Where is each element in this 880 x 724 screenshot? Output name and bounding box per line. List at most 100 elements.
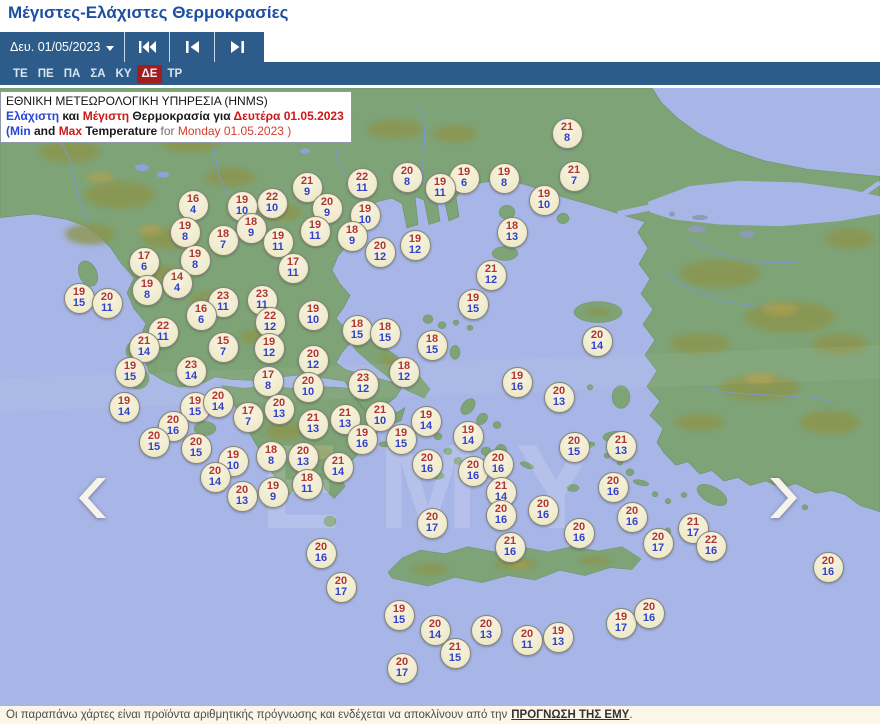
carousel-prev-button[interactable] <box>78 478 106 523</box>
min-temp: 15 <box>148 442 160 453</box>
temp-bubble: 2017 <box>326 572 357 603</box>
next-day-button[interactable] <box>214 32 259 62</box>
min-temp: 6 <box>461 178 467 189</box>
min-temp: 13 <box>553 397 565 408</box>
date-dropdown[interactable]: Δευ. 01/05/2023 <box>0 32 124 62</box>
temp-bubble: 177 <box>233 402 264 433</box>
temp-bubble: 1815 <box>342 315 373 346</box>
min-temp: 8 <box>404 177 410 188</box>
day-tab-ΤΕ[interactable]: ΤΕ <box>8 65 33 83</box>
min-temp: 7 <box>245 417 251 428</box>
temp-bubble: 2013 <box>264 394 295 425</box>
temp-bubble: 2016 <box>528 495 559 526</box>
min-temp: 11 <box>309 231 321 242</box>
min-temp: 12 <box>307 360 319 371</box>
carousel-next-button[interactable] <box>770 478 798 523</box>
previous-icon <box>186 41 199 53</box>
footer-disclaimer: Οι παραπάνω χάρτες είναι προϊόντα αριθμη… <box>0 706 880 724</box>
legend-max-el: Μέγιστη <box>83 109 129 123</box>
temp-bubble: 157 <box>208 332 239 363</box>
min-temp: 11 <box>356 183 368 194</box>
min-temp: 8 <box>564 133 570 144</box>
temp-bubble: 2017 <box>417 508 448 539</box>
min-temp: 16 <box>467 471 479 482</box>
min-temp: 15 <box>189 407 201 418</box>
temp-bubble: 2314 <box>176 356 207 387</box>
temp-bubble: 2014 <box>200 462 231 493</box>
emy-forecast-link[interactable]: ΠΡΟΓΝΩΣΗ ΤΗΣ ΕΜΥ <box>511 709 629 721</box>
day-tab-ΚΥ[interactable]: ΚΥ <box>111 65 137 83</box>
day-tab-ΠΑ[interactable]: ΠΑ <box>59 65 86 83</box>
min-temp: 7 <box>220 240 226 251</box>
temp-bubble: 1915 <box>115 357 146 388</box>
temp-bubble: 2210 <box>257 188 288 219</box>
min-temp: 13 <box>339 419 351 430</box>
min-temp: 15 <box>426 345 438 356</box>
min-temp: 15 <box>379 333 391 344</box>
temp-bubble: 189 <box>337 221 368 252</box>
temp-bubble: 144 <box>162 268 193 299</box>
min-temp: 13 <box>307 424 319 435</box>
day-tabs: ΤΕΠΕΠΑΣΑΚΥΔΕΤΡ <box>0 62 880 85</box>
min-temp: 8 <box>192 260 198 271</box>
min-temp: 11 <box>434 188 446 199</box>
temp-bubble: 2016 <box>486 500 517 531</box>
temp-bubble: 166 <box>186 300 217 331</box>
temp-bubble: 1915 <box>64 283 95 314</box>
legend-date-el: Δευτέρα 01.05.2023 <box>234 109 344 123</box>
min-temp: 13 <box>297 457 309 468</box>
min-temp: 14 <box>185 371 197 382</box>
min-temp: 16 <box>492 464 504 475</box>
previous-day-button[interactable] <box>169 32 214 62</box>
temp-bubble: 2017 <box>643 528 674 559</box>
temp-bubble: 2012 <box>365 237 396 268</box>
min-temp: 4 <box>174 283 180 294</box>
temp-bubble: 198 <box>489 163 520 194</box>
temp-bubble: 2014 <box>203 387 234 418</box>
temp-bubble: 198 <box>170 217 201 248</box>
legend-max-en: Max <box>59 124 82 138</box>
temp-bubble: 198 <box>132 275 163 306</box>
min-temp: 17 <box>396 668 408 679</box>
day-tab-ΤΡ[interactable]: ΤΡ <box>162 65 187 83</box>
first-day-button[interactable] <box>124 32 169 62</box>
min-temp: 15 <box>73 298 85 309</box>
min-temp: 10 <box>302 387 314 398</box>
temp-bubble: 1913 <box>543 622 574 653</box>
min-temp: 15 <box>568 447 580 458</box>
min-temp: 11 <box>272 242 284 253</box>
legend-date-en: Monday 01.05.2023 ) <box>178 124 291 138</box>
temp-bubble: 2016 <box>412 449 443 480</box>
temp-bubble: 2015 <box>559 432 590 463</box>
temp-bubble: 2016 <box>598 472 629 503</box>
map-legend: ΕΘΝΙΚΗ ΜΕΤΕΩΡΟΛΟΓΙΚΗ ΥΠΗΡΕΣΙΑ (HNMS) Ελά… <box>0 91 352 143</box>
min-temp: 15 <box>449 653 461 664</box>
temp-bubble: 2115 <box>440 638 471 669</box>
temp-bubble: 1711 <box>278 253 309 284</box>
min-temp: 15 <box>393 615 405 626</box>
min-temp: 13 <box>552 637 564 648</box>
temp-bubble: 2011 <box>512 625 543 656</box>
day-tab-ΣΑ[interactable]: ΣΑ <box>85 65 110 83</box>
temp-bubble: 2114 <box>323 452 354 483</box>
min-temp: 9 <box>304 187 310 198</box>
day-tab-ΔΕ[interactable]: ΔΕ <box>137 65 163 83</box>
min-temp: 15 <box>395 439 407 450</box>
min-temp: 16 <box>626 517 638 528</box>
min-temp: 16 <box>573 533 585 544</box>
day-tab-ΠΕ[interactable]: ΠΕ <box>33 65 59 83</box>
temp-bubble: 178 <box>253 366 284 397</box>
temp-bubble: 187 <box>208 225 239 256</box>
min-temp: 7 <box>571 176 577 187</box>
legend-greek-line: Ελάχιστη και Μέγιστη Θερμοκρασία για Δευ… <box>6 109 344 124</box>
min-temp: 17 <box>687 528 699 539</box>
min-temp: 16 <box>504 547 516 558</box>
temp-bubble: 2216 <box>696 531 727 562</box>
min-temp: 4 <box>190 205 196 216</box>
temp-bubble: 2312 <box>348 369 379 400</box>
min-temp: 14 <box>420 421 432 432</box>
min-temp: 11 <box>287 268 299 279</box>
min-temp: 13 <box>480 630 492 641</box>
temp-bubble: 1917 <box>606 608 637 639</box>
temp-bubble: 199 <box>258 477 289 508</box>
